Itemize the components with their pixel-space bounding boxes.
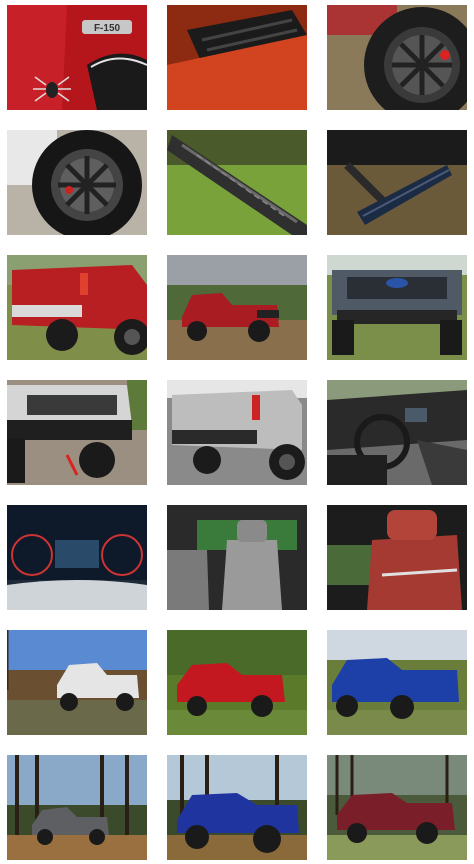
red-truck-yard-image: [167, 630, 307, 735]
photo-running-board[interactable]: [167, 130, 307, 235]
photo-gallery: F-150: [7, 5, 469, 860]
photo-gray-truck-forest[interactable]: [7, 755, 147, 860]
photo-blue-truck-forest[interactable]: [167, 755, 307, 860]
photo-white-truck-farm[interactable]: [7, 630, 147, 735]
photo-silver-truck-bumper[interactable]: [7, 380, 147, 485]
red-truck-side-image: [167, 255, 307, 360]
fender-badge: F-150: [94, 23, 121, 34]
photo-red-truck-rear[interactable]: [7, 255, 147, 360]
fender-emblem-image: F-150: [7, 5, 147, 110]
white-truck-farm-image: [7, 630, 147, 735]
red-leather-seats-image: [327, 505, 467, 610]
hood-vent-image: [167, 5, 307, 110]
red-truck-rear-image: [7, 255, 147, 360]
gauge-cluster-image: [7, 505, 147, 610]
blue-truck-forest-image: [167, 755, 307, 860]
maroon-truck-forest-image: [327, 755, 467, 860]
blue-truck-yard-image: [327, 630, 467, 735]
photo-gauge-cluster[interactable]: [7, 505, 147, 610]
photo-gray-truck-front[interactable]: [327, 255, 467, 360]
photo-wheel-tire[interactable]: [327, 5, 467, 110]
photo-blue-truck-yard[interactable]: [327, 630, 467, 735]
photo-interior-dash[interactable]: [327, 380, 467, 485]
silver-truck-bumper-image: [7, 380, 147, 485]
wheel-closeup-image: [7, 130, 147, 235]
gray-truck-front-image: [327, 255, 467, 360]
photo-power-step[interactable]: [327, 130, 467, 235]
running-board-image: [167, 130, 307, 235]
power-step-image: [327, 130, 467, 235]
silver-truck-rear-image: [167, 380, 307, 485]
photo-silver-truck-rear[interactable]: [167, 380, 307, 485]
photo-fender-emblem[interactable]: F-150: [7, 5, 147, 110]
photo-red-truck-side[interactable]: [167, 255, 307, 360]
wheel-tire-image: [327, 5, 467, 110]
photo-gray-leather-seats[interactable]: [167, 505, 307, 610]
photo-wheel-closeup[interactable]: [7, 130, 147, 235]
photo-red-truck-yard[interactable]: [167, 630, 307, 735]
interior-dash-image: [327, 380, 467, 485]
photo-maroon-truck-forest[interactable]: [327, 755, 467, 860]
gray-truck-forest-image: [7, 755, 147, 860]
gray-leather-seats-image: [167, 505, 307, 610]
photo-hood-vent[interactable]: [167, 5, 307, 110]
photo-red-leather-seats[interactable]: [327, 505, 467, 610]
